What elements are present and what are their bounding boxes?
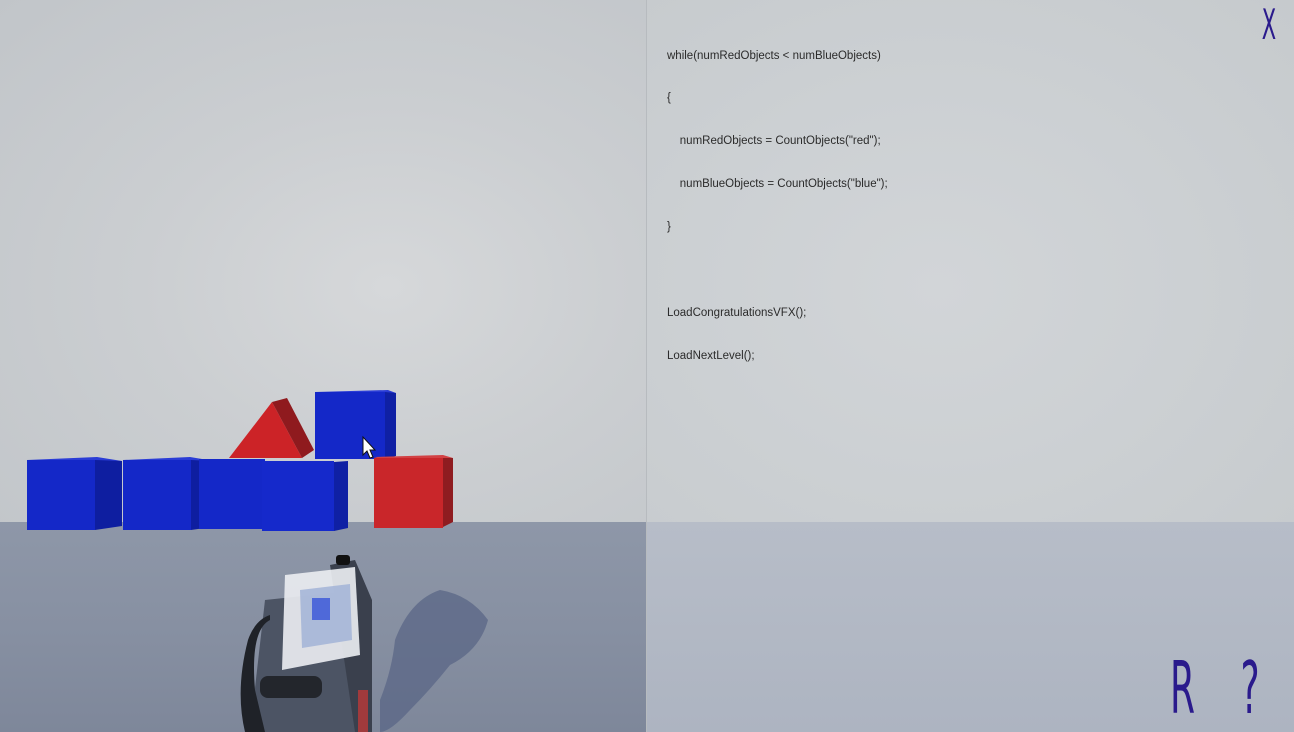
code-panel: while(numRedObjects < numBlueObjects) { … bbox=[646, 0, 1294, 732]
blue-cube[interactable] bbox=[27, 457, 122, 530]
close-button[interactable]: X bbox=[1261, 4, 1278, 46]
code-line: LoadCongratulationsVFX(); bbox=[667, 306, 807, 319]
blue-cube[interactable] bbox=[315, 390, 396, 459]
scene-objects bbox=[27, 390, 488, 732]
code-line: { bbox=[667, 92, 671, 105]
handheld-gun-icon bbox=[240, 555, 372, 732]
blue-cube[interactable] bbox=[262, 461, 348, 531]
code-line: numBlueObjects = CountObjects("blue"); bbox=[667, 178, 888, 191]
game-screen: while(numRedObjects < numBlueObjects) { … bbox=[0, 0, 1294, 732]
help-button[interactable]: ? bbox=[1238, 652, 1262, 724]
restart-button[interactable]: R bbox=[1170, 652, 1195, 724]
code-listing: while(numRedObjects < numBlueObjects) { … bbox=[667, 20, 888, 392]
code-line: } bbox=[667, 221, 671, 234]
code-line: while(numRedObjects < numBlueObjects) bbox=[667, 49, 881, 62]
code-line: LoadNextLevel(); bbox=[667, 349, 755, 362]
game-viewport[interactable] bbox=[0, 0, 646, 732]
code-panel-floor bbox=[647, 522, 1294, 732]
red-cube[interactable] bbox=[374, 455, 453, 528]
tool-shadow bbox=[380, 590, 488, 732]
red-triangle[interactable] bbox=[229, 398, 314, 458]
code-line: numRedObjects = CountObjects("red"); bbox=[667, 135, 881, 148]
blue-cube[interactable] bbox=[199, 459, 265, 529]
